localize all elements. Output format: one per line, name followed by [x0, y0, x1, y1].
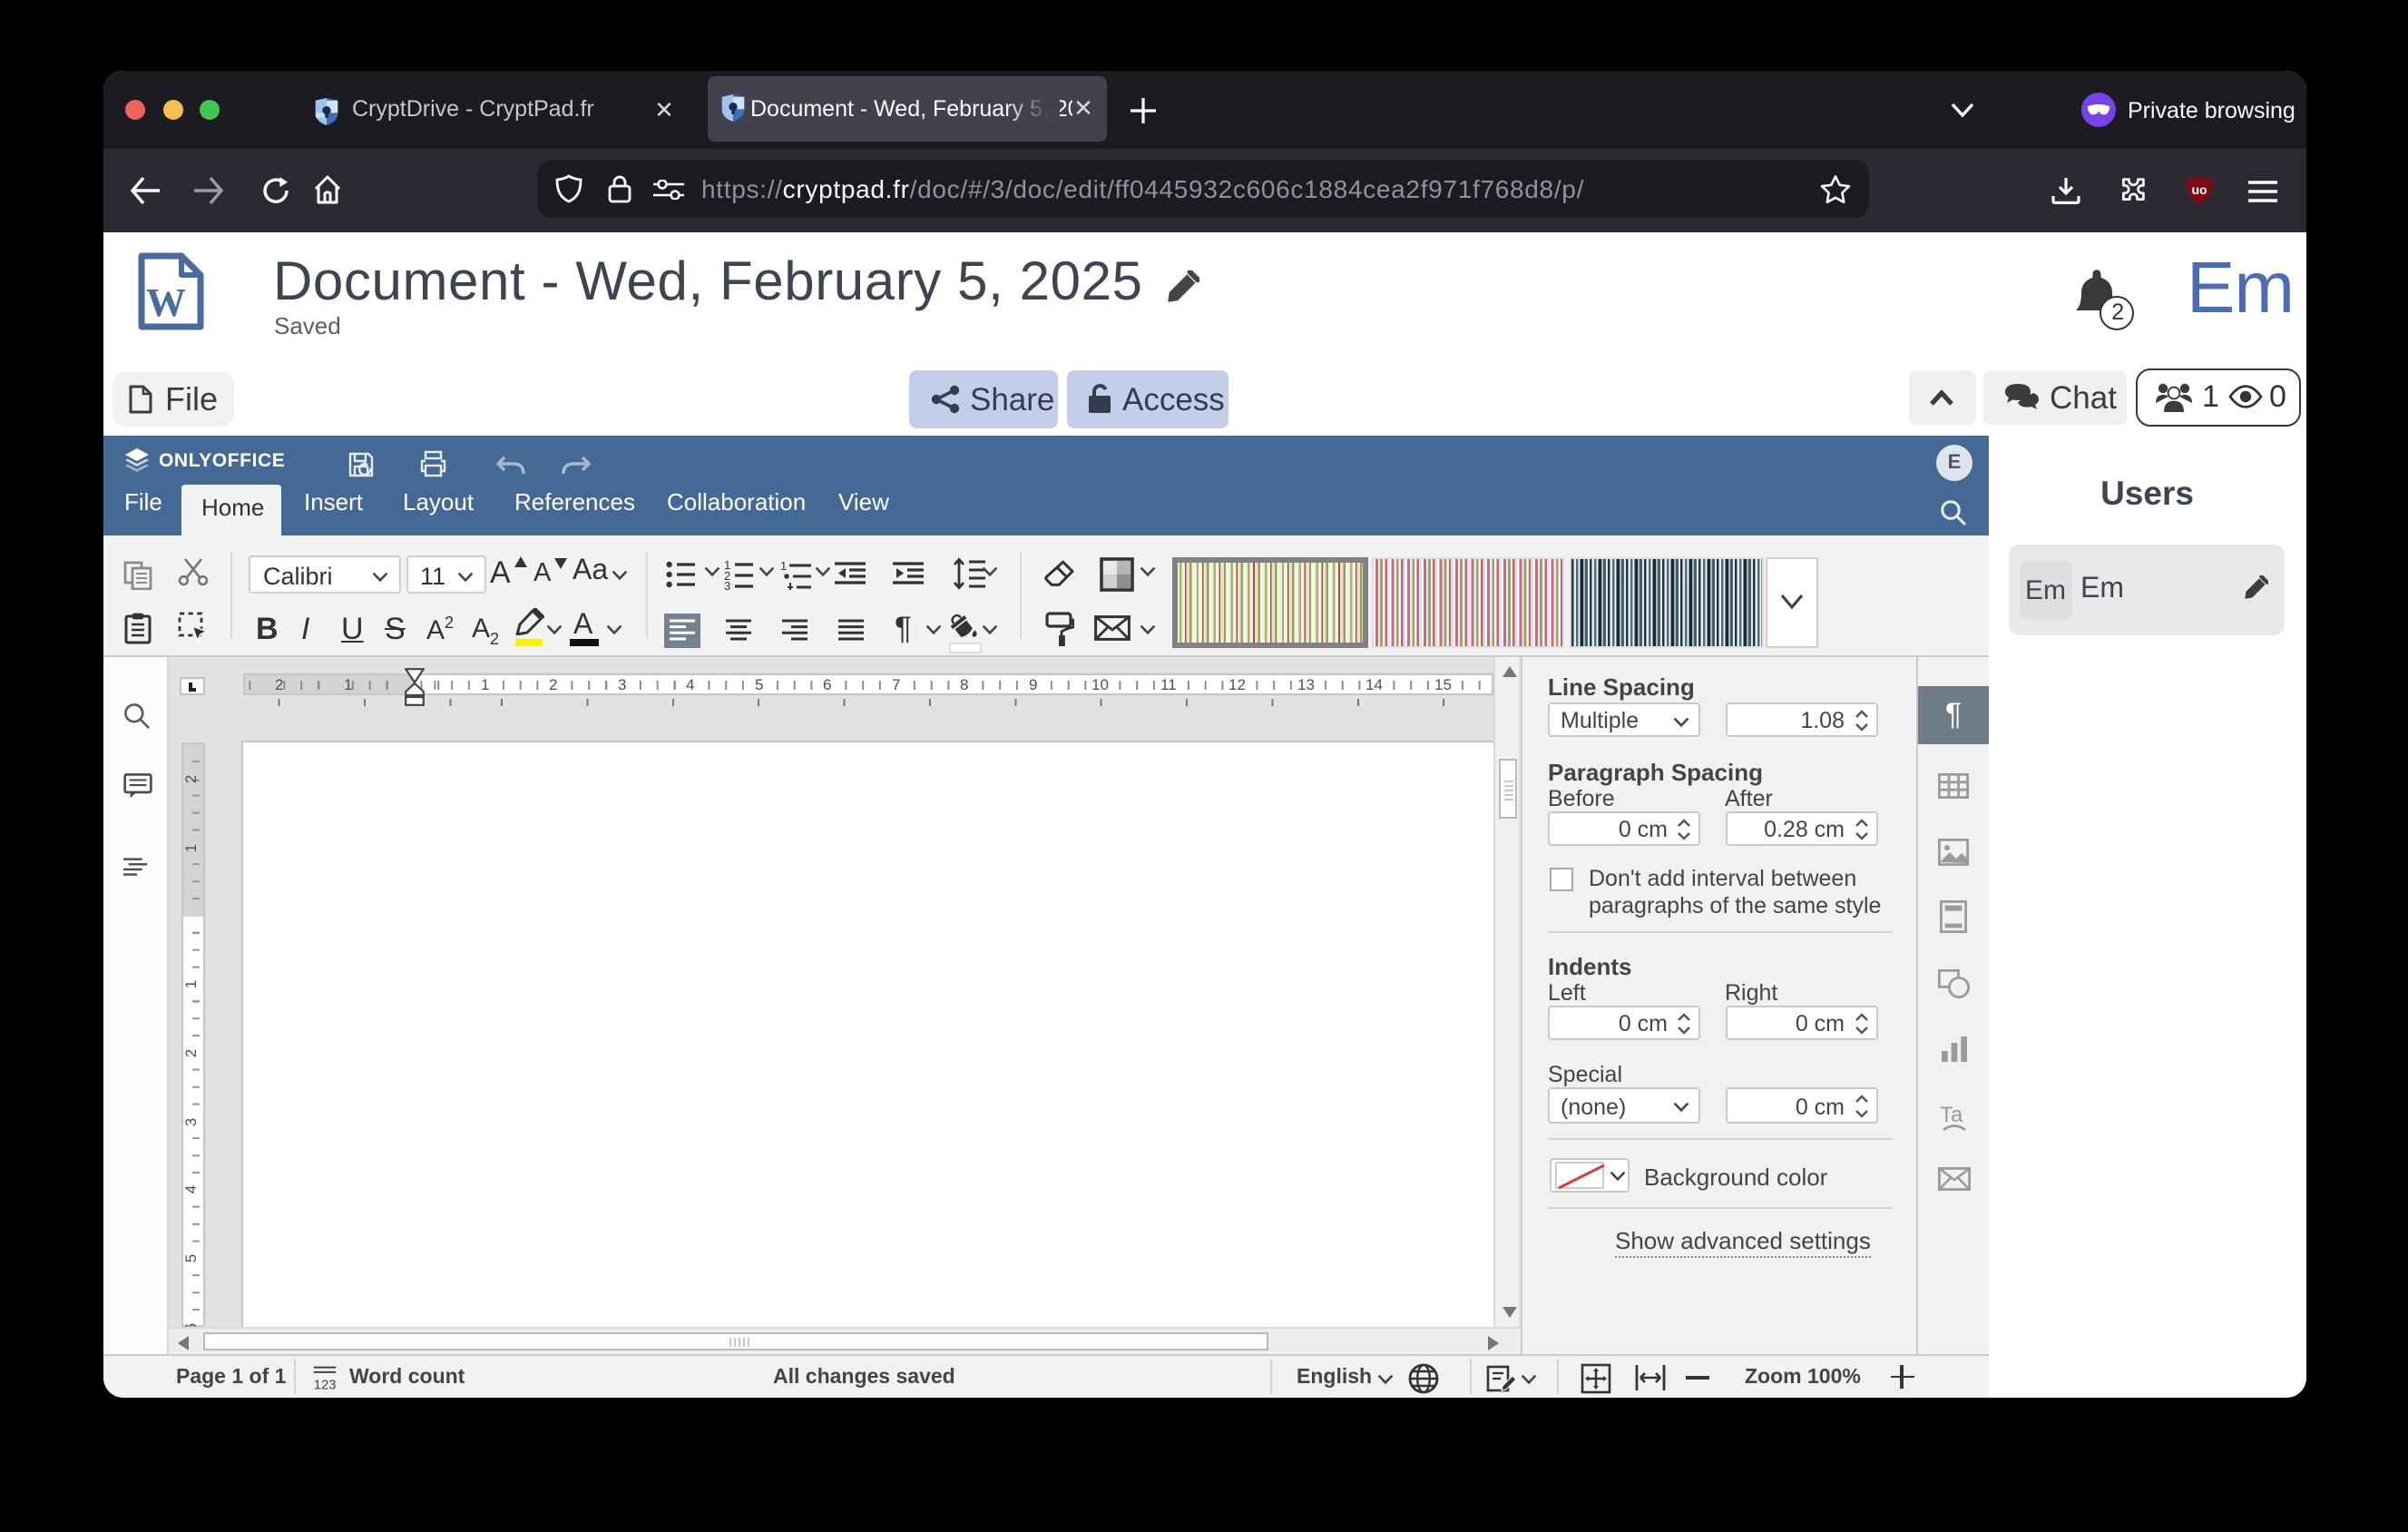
svg-text:uo: uo [2191, 182, 2207, 196]
svg-text:123: 123 [313, 1378, 336, 1392]
svg-text:1: 1 [780, 558, 787, 572]
svg-text:W: W [145, 280, 185, 325]
svg-text:Ta: Ta [1939, 1102, 1963, 1126]
svg-text:3: 3 [724, 578, 730, 589]
